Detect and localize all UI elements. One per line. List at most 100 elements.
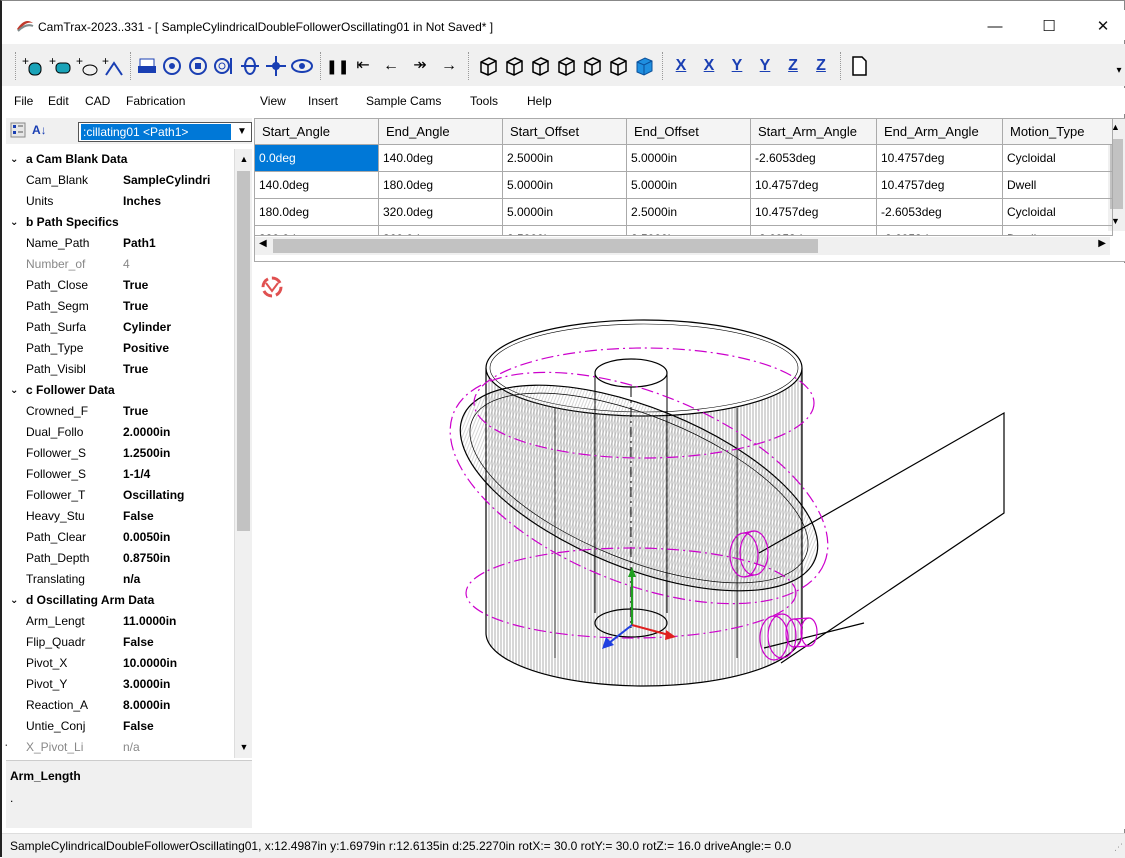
property-value[interactable]: 1-1/4 (123, 464, 233, 485)
cad-viewport[interactable] (254, 263, 1125, 829)
property-row[interactable]: Units Inches (6, 191, 234, 212)
table-horizontal-scrollbar[interactable]: ◀ ▶ (255, 237, 1110, 255)
table-cell[interactable]: Cycloidal (1003, 145, 1113, 172)
cube-view-5-icon[interactable] (580, 53, 604, 79)
column-header[interactable]: End_Angle (379, 119, 503, 145)
table-cell[interactable]: 180.0deg (379, 172, 503, 199)
cam-edit-arrow-icon[interactable]: + (102, 53, 126, 79)
page-icon[interactable] (848, 53, 870, 79)
table-cell[interactable]: 2.5000in (503, 145, 627, 172)
table-cell[interactable]: Dwell (1003, 226, 1113, 236)
table-cell[interactable]: 2.5000in (627, 226, 751, 236)
menu-help[interactable]: Help (527, 94, 552, 108)
new-cam-icon[interactable]: + (22, 53, 46, 79)
column-header[interactable]: Start_Angle (255, 119, 379, 145)
property-value[interactable]: 3.0000in (123, 674, 233, 695)
table-cell[interactable]: -2.6053deg (751, 226, 877, 236)
axis-y-pos-button[interactable]: Y (724, 53, 750, 79)
property-row[interactable]: Path_Type Positive (6, 338, 234, 359)
property-value[interactable]: 10.0000in (123, 653, 233, 674)
scroll-down-icon[interactable]: ▼ (237, 739, 251, 755)
cube-view-6-icon[interactable] (606, 53, 630, 79)
menu-fabrication[interactable]: Fabrication (126, 94, 185, 108)
fast-forward-icon[interactable]: ↠ (406, 53, 434, 79)
axis-y-neg-button[interactable]: Y (752, 53, 778, 79)
table-cell[interactable]: Dwell (1003, 172, 1113, 199)
table-cell[interactable]: 140.0deg (255, 172, 379, 199)
property-row[interactable]: Translating n/a (6, 569, 234, 590)
table-cell[interactable]: 5.0000in (503, 172, 627, 199)
cube-view-2-icon[interactable] (502, 53, 526, 79)
property-value[interactable]: 0.0050in (123, 527, 233, 548)
property-value[interactable]: False (123, 716, 233, 737)
property-value[interactable]: Oscillating (123, 485, 233, 506)
chevron-down-icon[interactable]: ⌄ (10, 212, 18, 233)
cube-view-4-icon[interactable] (554, 53, 578, 79)
maximize-button[interactable]: ☐ (1026, 14, 1072, 40)
property-value[interactable]: False (123, 632, 233, 653)
table-cell[interactable]: 10.4757deg (877, 145, 1003, 172)
property-value[interactable]: 2.0000in (123, 422, 233, 443)
view-top-icon[interactable] (160, 53, 184, 79)
property-scrollbar[interactable]: ▲ ▼ (234, 149, 252, 758)
property-category[interactable]: ⌄ d Oscillating Arm Data (6, 590, 234, 611)
cube-view-1-icon[interactable] (476, 53, 500, 79)
table-cell[interactable]: 0.0deg (255, 145, 379, 172)
property-category[interactable]: ⌄ b Path Specifics (6, 212, 234, 233)
property-row[interactable]: X_Pivot_Li n/a (6, 737, 234, 758)
property-row[interactable]: Name_Path Path1 (6, 233, 234, 254)
chevron-down-icon[interactable]: ⌄ (10, 149, 18, 170)
property-row[interactable]: Follower_S 1-1/4 (6, 464, 234, 485)
menu-sample-cams[interactable]: Sample Cams (366, 94, 441, 108)
property-row[interactable]: Path_Clear 0.0050in (6, 527, 234, 548)
pause-icon[interactable]: ❚❚ (326, 53, 349, 79)
table-cell[interactable]: 10.4757deg (751, 199, 877, 226)
property-value[interactable]: SampleCylindri (123, 170, 233, 191)
property-value[interactable]: True (123, 401, 233, 422)
property-value[interactable]: n/a (123, 569, 233, 590)
property-row[interactable]: Path_Visibl True (6, 359, 234, 380)
view-front-icon[interactable] (186, 53, 210, 79)
resize-grip-icon[interactable]: ⋰ (1114, 842, 1123, 853)
move-icon[interactable] (264, 53, 288, 79)
property-value[interactable]: Inches (123, 191, 233, 212)
rotate-view-icon[interactable] (261, 276, 283, 298)
property-row[interactable]: Heavy_Stu False (6, 506, 234, 527)
chevron-down-icon[interactable]: ⌄ (10, 380, 18, 401)
column-header[interactable]: Motion_Type (1003, 119, 1113, 145)
property-value[interactable]: False (123, 506, 233, 527)
table-cell[interactable]: 5.0000in (627, 172, 751, 199)
scroll-thumb[interactable] (273, 239, 818, 253)
cube-view-3-icon[interactable] (528, 53, 552, 79)
print-icon[interactable] (136, 53, 158, 79)
property-row[interactable]: Path_Surfa Cylinder (6, 317, 234, 338)
cube-solid-icon[interactable] (632, 53, 656, 79)
minimize-button[interactable]: — (972, 14, 1018, 40)
table-cell[interactable]: Cycloidal (1003, 199, 1113, 226)
property-value[interactable]: 4 (123, 254, 233, 275)
table-cell[interactable]: 360.0deg (379, 226, 503, 236)
table-cell[interactable]: -2.6053deg (877, 226, 1003, 236)
property-row[interactable]: Follower_S 1.2500in (6, 443, 234, 464)
menu-edit[interactable]: Edit (48, 94, 69, 108)
view-side-icon[interactable] (212, 53, 236, 79)
property-row[interactable]: Flip_Quadr False (6, 632, 234, 653)
menu-insert[interactable]: Insert (308, 94, 338, 108)
property-row[interactable]: Path_Segm True (6, 296, 234, 317)
categorized-view-icon[interactable] (10, 122, 26, 138)
property-value[interactable]: Path1 (123, 233, 233, 254)
object-selector-combo[interactable]: :cillating01 <Path1> ▼ (78, 122, 252, 142)
table-cell[interactable]: -2.6053deg (877, 199, 1003, 226)
table-cell[interactable]: 10.4757deg (877, 172, 1003, 199)
chevron-down-icon[interactable]: ⌄ (10, 590, 18, 611)
table-cell[interactable]: 2.5000in (627, 199, 751, 226)
property-value[interactable]: Cylinder (123, 317, 233, 338)
menu-view[interactable]: View (260, 94, 286, 108)
column-header[interactable]: End_Offset (627, 119, 751, 145)
property-value[interactable]: n/a (123, 737, 233, 758)
table-cell[interactable]: 180.0deg (255, 199, 379, 226)
property-row[interactable]: Dual_Follo 2.0000in (6, 422, 234, 443)
property-row[interactable]: Cam_Blank SampleCylindri (6, 170, 234, 191)
property-row[interactable]: Reaction_A 8.0000in (6, 695, 234, 716)
cam-edit-icon[interactable]: + (76, 53, 100, 79)
